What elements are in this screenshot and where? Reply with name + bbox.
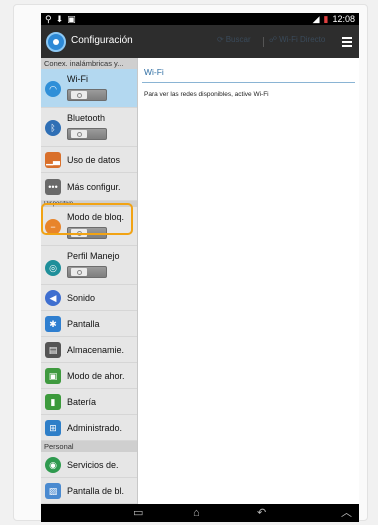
settings-item-label: Wi-Fi — [67, 74, 88, 84]
storage-card-icon: ▤ — [45, 342, 61, 358]
more-dots-icon: ••• — [45, 179, 61, 195]
bluetooth-icon: ᛒ — [45, 120, 61, 136]
data-usage-icon: ▁▃ — [45, 152, 61, 168]
wifi-hint-text: Para ver las redes disponibles, active W… — [144, 91, 269, 98]
settings-item-label: Administrado. — [67, 423, 123, 433]
battery-setting-icon: ▮ — [45, 394, 61, 410]
settings-item-battery[interactable]: ▮ Batería — [41, 389, 137, 415]
block-mode-icon: − — [45, 219, 61, 235]
app-grid-icon: ⊞ — [45, 420, 61, 436]
settings-item-label: Modo de ahor. — [67, 371, 125, 381]
signal-icon: ◢ — [312, 14, 320, 24]
overflow-menu-icon[interactable] — [342, 35, 352, 47]
section-header-personal: Personal — [41, 441, 137, 452]
settings-item-label: Pantalla — [67, 319, 100, 329]
settings-item-label: Perfil Manejo — [67, 251, 120, 261]
settings-item-label: Más configur. — [67, 182, 121, 192]
settings-item-label: Bluetooth — [67, 113, 106, 123]
settings-item-wifi[interactable]: ◠ Wi-Fi — [41, 69, 137, 108]
menu-up-icon[interactable]: ︿ — [341, 506, 352, 520]
app-title: Configuración — [71, 35, 133, 46]
wifi-direct-icon: ☍ — [269, 35, 278, 44]
settings-item-label: Modo de bloq. — [67, 212, 125, 222]
settings-item-label: Uso de datos — [67, 155, 121, 165]
detail-pane: Wi-Fi Para ver las redes disponibles, ac… — [138, 58, 359, 504]
home-icon[interactable]: ⌂ — [193, 506, 200, 520]
wifi-direct-label: Wi-Fi Directo — [279, 35, 326, 44]
action-divider — [263, 37, 264, 47]
action-bar: Configuración ⟳ Buscar ☍ Wi-Fi Directo — [41, 25, 359, 58]
settings-item-bluetooth[interactable]: ᛒ Bluetooth — [41, 108, 137, 147]
settings-item-sound[interactable]: ◀ Sonido — [41, 285, 137, 311]
wifi-icon: ◠ — [45, 81, 61, 97]
power-saving-icon: ▣ — [45, 368, 61, 384]
detail-title: Wi-Fi — [144, 67, 164, 77]
settings-list[interactable]: Conex. inalámbricas y... ◠ Wi-Fi ᛒ Bluet… — [41, 58, 138, 504]
usb-icon: ⚲ — [45, 14, 52, 24]
clock: 12:08 — [332, 14, 355, 24]
settings-item-lock-screen[interactable]: ▨ Pantalla de bl. — [41, 478, 137, 504]
scan-icon: ⟳ — [217, 35, 224, 44]
handling-profile-toggle[interactable] — [67, 266, 107, 278]
settings-gear-icon[interactable] — [46, 32, 66, 52]
recent-apps-icon[interactable]: ▭ — [133, 506, 143, 520]
bluetooth-toggle[interactable] — [67, 128, 107, 140]
settings-item-label: Batería — [67, 397, 97, 407]
location-icon: ◉ — [45, 457, 61, 473]
steering-wheel-icon: ◎ — [45, 260, 61, 276]
wifi-direct-button[interactable]: ☍ Wi-Fi Directo — [269, 35, 325, 44]
scan-button[interactable]: ⟳ Buscar — [217, 35, 251, 44]
settings-item-label: Almacenamie. — [67, 345, 125, 355]
navigation-bar: ▭ ⌂ ↶ ︿ — [41, 504, 359, 522]
section-header-wireless: Conex. inalámbricas y... — [41, 58, 137, 69]
settings-item-label: Servicios de. — [67, 460, 119, 470]
title-divider — [142, 82, 355, 83]
status-bar: ⚲ ⬇ ▣ ◢ ▮ 12:08 — [41, 13, 359, 25]
settings-item-more-settings[interactable]: ••• Más configur. — [41, 173, 137, 201]
speaker-icon: ◀ — [45, 290, 61, 306]
lock-screen-icon: ▨ — [45, 483, 61, 499]
image-icon: ▣ — [67, 14, 76, 24]
settings-item-handling-profile[interactable]: ◎ Perfil Manejo — [41, 246, 137, 285]
battery-icon: ▮ — [323, 14, 329, 24]
back-icon[interactable]: ↶ — [257, 506, 266, 520]
block-mode-toggle[interactable] — [67, 227, 107, 239]
settings-item-data-usage[interactable]: ▁▃ Uso de datos — [41, 147, 137, 173]
settings-item-label: Pantalla de bl. — [67, 486, 125, 496]
settings-item-display[interactable]: ✱ Pantalla — [41, 311, 137, 337]
settings-item-storage[interactable]: ▤ Almacenamie. — [41, 337, 137, 363]
scan-label: Buscar — [225, 35, 251, 44]
settings-item-location-services[interactable]: ◉ Servicios de. — [41, 452, 137, 478]
settings-item-app-manager[interactable]: ⊞ Administrado. — [41, 415, 137, 441]
wifi-toggle[interactable] — [67, 89, 107, 101]
settings-item-power-saving[interactable]: ▣ Modo de ahor. — [41, 363, 137, 389]
display-icon: ✱ — [45, 316, 61, 332]
tablet-screen: ⚲ ⬇ ▣ ◢ ▮ 12:08 Configuración ⟳ Buscar ☍… — [41, 13, 359, 522]
settings-item-label: Sonido — [67, 293, 96, 303]
settings-item-block-mode[interactable]: − Modo de bloq. — [41, 207, 137, 246]
download-icon: ⬇ — [55, 14, 64, 24]
